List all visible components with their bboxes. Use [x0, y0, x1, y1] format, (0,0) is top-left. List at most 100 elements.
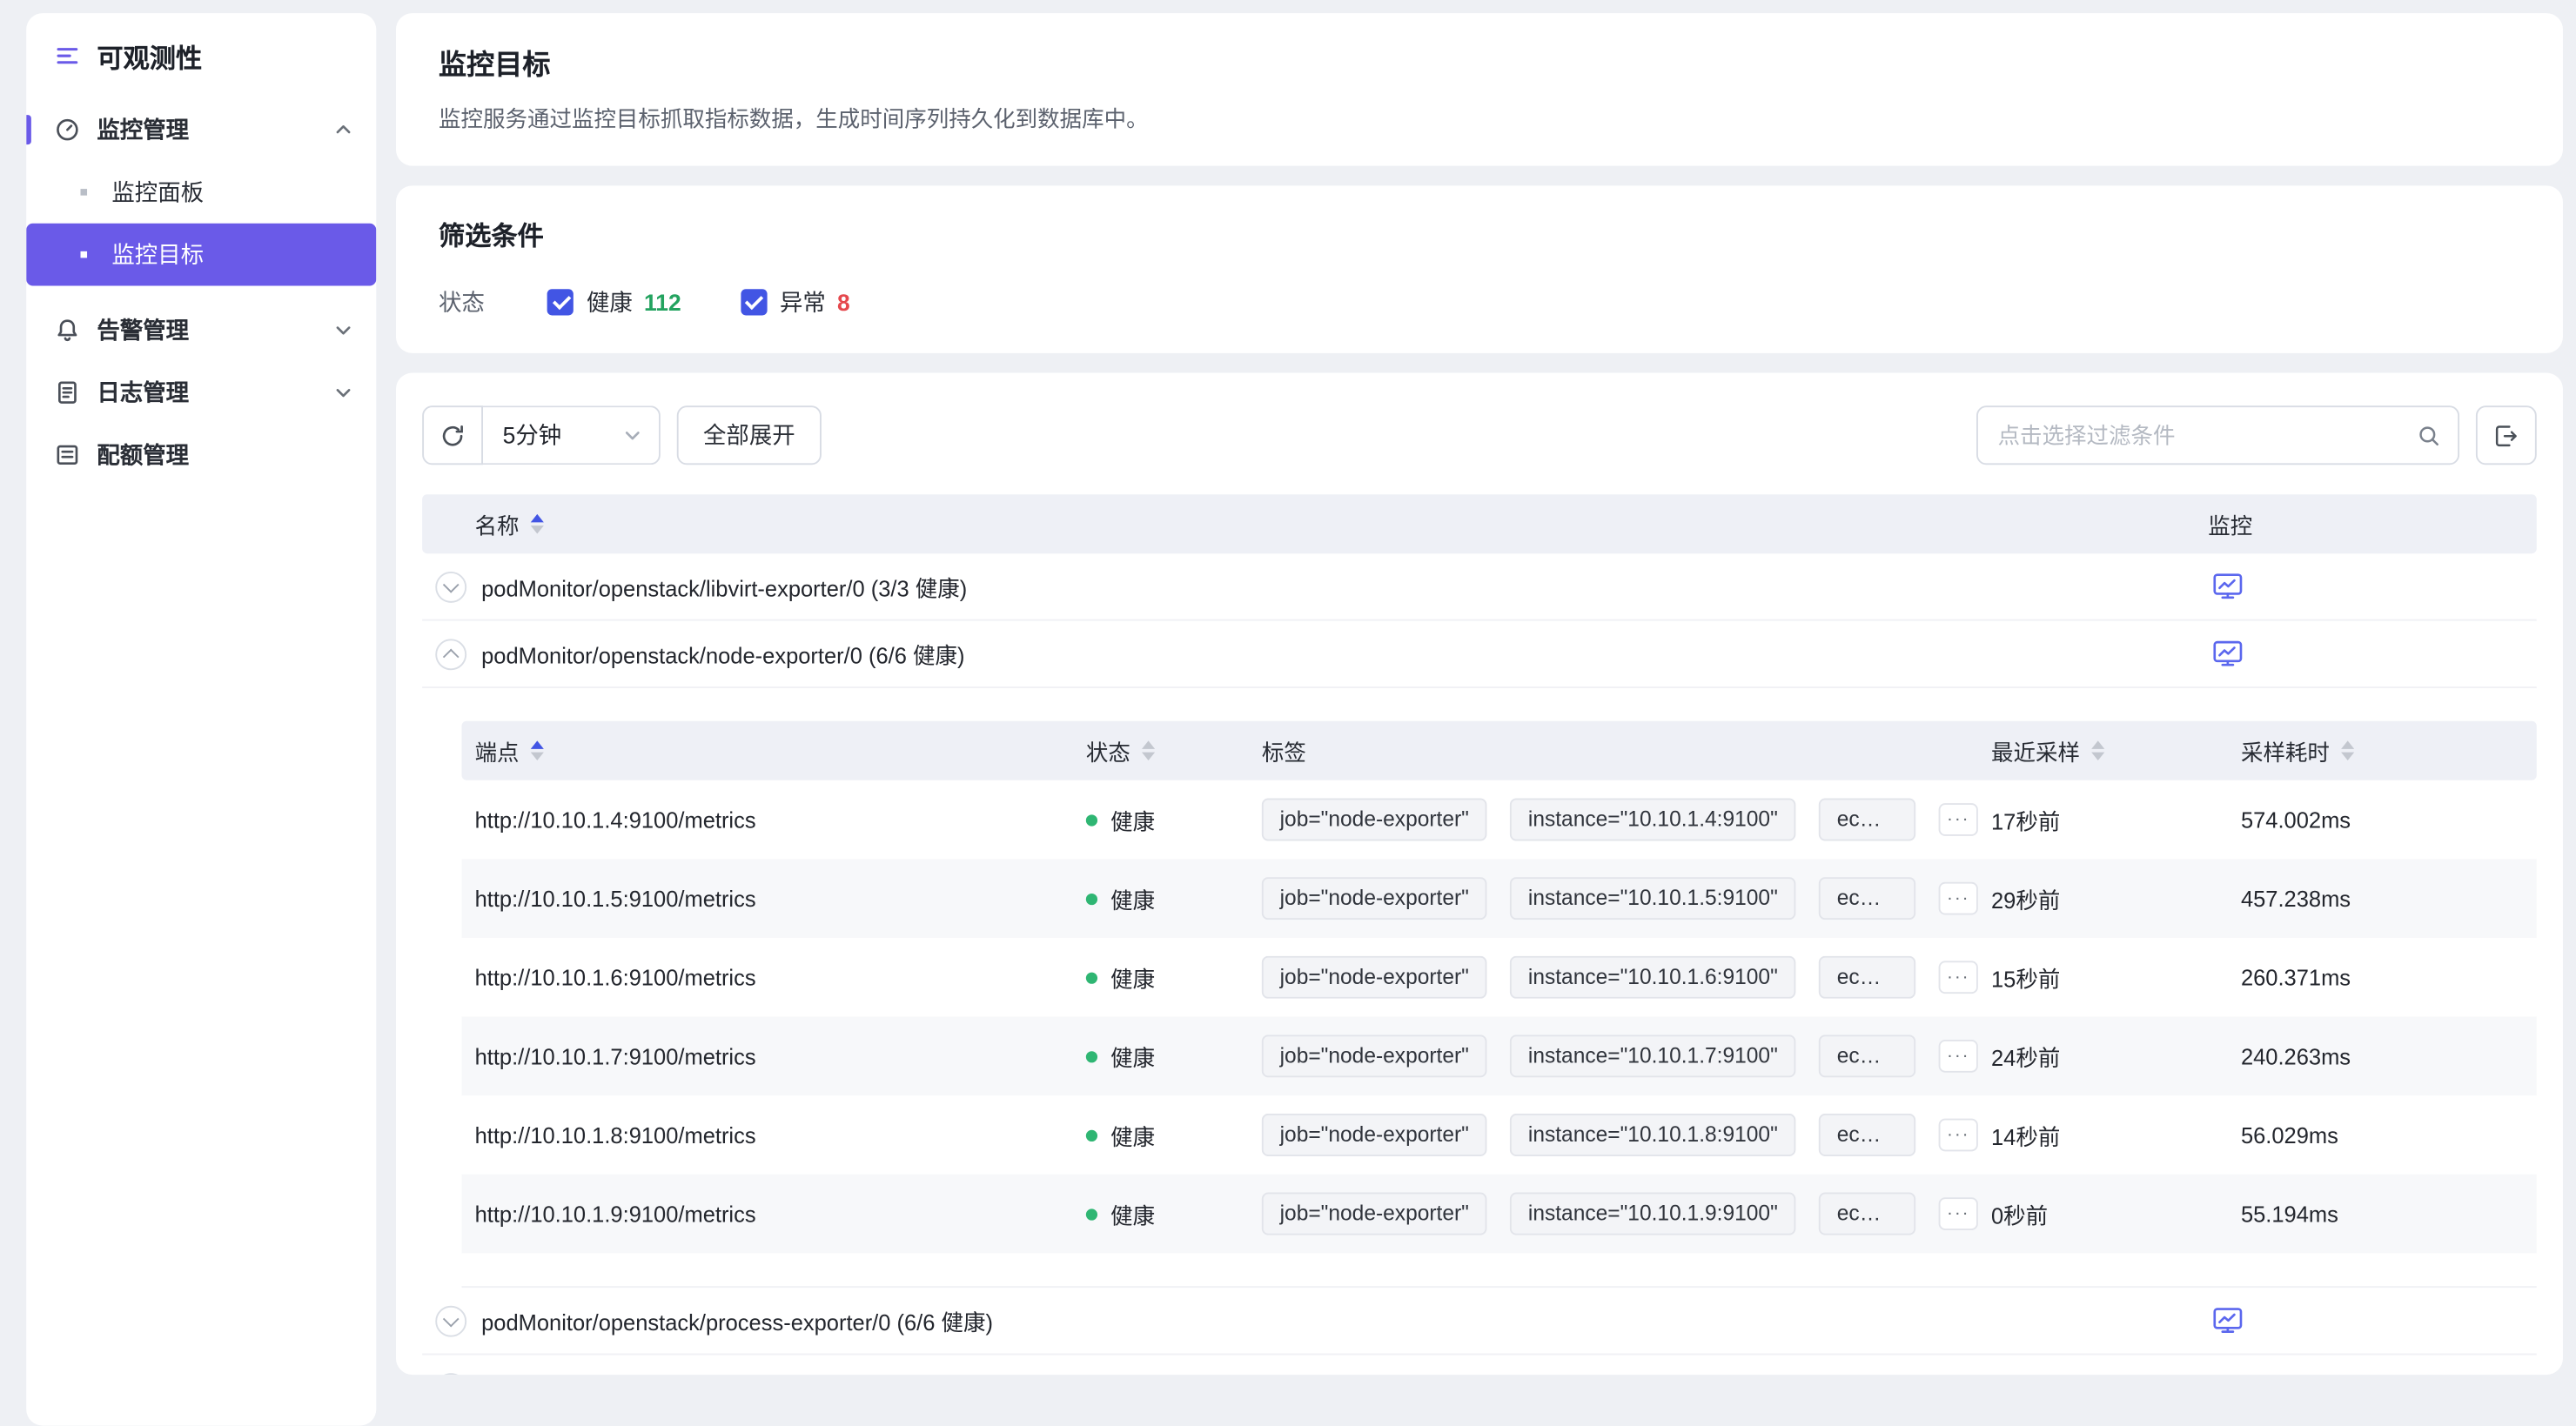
endpoints-table-header: 端点 状态 标签 最近采样 采样耗时 — [461, 721, 2536, 780]
bullet-icon — [81, 251, 88, 258]
column-header-last-scrape[interactable]: 最近采样 — [1978, 734, 2228, 767]
monitor-chart-icon[interactable] — [2211, 570, 2244, 603]
chevron-down-icon — [333, 320, 353, 340]
endpoint-tags: job="node-exporter" instance="10.10.1.8:… — [1249, 1114, 1978, 1156]
collapse-chevron-button[interactable] — [435, 638, 466, 669]
page-description: 监控服务通过监控目标抓取指标数据，生成时间序列持久化到数据库中。 — [439, 100, 2520, 133]
filter-title: 筛选条件 — [439, 213, 2520, 252]
monitor-chart-icon[interactable] — [2211, 1304, 2244, 1337]
endpoint-status-label: 健康 — [1110, 1040, 1155, 1073]
filter-search-input[interactable] — [1998, 423, 2417, 447]
chevron-down-icon — [333, 383, 353, 403]
sidebar-header: 可观测性 — [26, 13, 376, 98]
endpoint-duration: 260.371ms — [2228, 965, 2537, 989]
endpoint-tags: job="node-exporter" instance="10.10.1.4:… — [1249, 798, 1978, 840]
table-header: 名称 监控 — [422, 494, 2537, 553]
column-header-last-scrape-label: 最近采样 — [1991, 734, 2080, 767]
sort-icon[interactable] — [531, 514, 544, 534]
observability-logo-icon[interactable] — [54, 43, 80, 69]
column-header-labels-label: 标签 — [1262, 734, 1306, 767]
endpoint-status: 健康 — [1073, 803, 1249, 836]
monitor-chart-icon[interactable] — [2211, 637, 2244, 670]
sort-icon[interactable] — [2091, 740, 2104, 760]
target-group-row[interactable]: podMonitor/openstack/node-exporter/0 (6/… — [422, 621, 2537, 688]
tag-chip-instance: instance="10.10.1.4:9100" — [1510, 798, 1795, 840]
endpoint-row: http://10.10.1.9:9100/metrics 健康 job="no… — [461, 1175, 2536, 1254]
search-icon[interactable] — [2417, 423, 2441, 447]
healthy-count: 112 — [644, 289, 681, 315]
sidebar-item-log-management[interactable]: 日志管理 — [26, 361, 376, 424]
tag-chip-job: job="node-exporter" — [1262, 798, 1487, 840]
endpoint-status: 健康 — [1073, 1197, 1249, 1230]
sidebar-item-alert-management[interactable]: 告警管理 — [26, 299, 376, 362]
filter-card: 筛选条件 状态 健康 112 异常 8 — [396, 185, 2563, 353]
column-header-endpoint[interactable]: 端点 — [461, 734, 1072, 767]
interval-select[interactable]: 5分钟 — [483, 405, 661, 465]
endpoint-url: http://10.10.1.6:9100/metrics — [461, 965, 1072, 989]
refresh-button[interactable] — [422, 405, 483, 465]
sidebar-item-label: 日志管理 — [97, 376, 333, 409]
endpoint-duration: 457.238ms — [2228, 886, 2537, 910]
tag-chip-job: job="node-exporter" — [1262, 877, 1487, 920]
healthy-checkbox-group[interactable]: 健康 112 — [547, 285, 681, 318]
column-header-name[interactable]: 名称 — [422, 507, 2208, 540]
page-title: 监控目标 — [439, 41, 2520, 82]
sidebar-item-monitor-targets[interactable]: 监控目标 — [26, 224, 376, 286]
sort-icon[interactable] — [2341, 740, 2354, 760]
more-tags-button[interactable]: ··· — [1939, 961, 1978, 994]
column-header-monitor: 监控 — [2208, 507, 2537, 540]
more-tags-button[interactable]: ··· — [1939, 882, 1978, 915]
endpoint-status-label: 健康 — [1110, 803, 1155, 836]
chevron-up-icon — [443, 648, 460, 665]
column-header-duration[interactable]: 采样耗时 — [2228, 734, 2537, 767]
expand-chevron-button[interactable] — [435, 1305, 466, 1336]
endpoint-url: http://10.10.1.8:9100/metrics — [461, 1122, 1072, 1147]
target-group-row[interactable]: podMonitor/openstack/process-exporter/0 … — [422, 1288, 2537, 1355]
column-header-duration-label: 采样耗时 — [2241, 734, 2330, 767]
endpoint-url: http://10.10.1.5:9100/metrics — [461, 886, 1072, 910]
endpoint-last-scrape: 15秒前 — [1978, 961, 2228, 994]
abnormal-checkbox[interactable] — [741, 289, 767, 315]
export-icon — [2492, 421, 2520, 449]
sort-icon[interactable] — [1142, 740, 1155, 760]
endpoint-status: 健康 — [1073, 961, 1249, 994]
export-button[interactable] — [2476, 405, 2537, 465]
target-group-name: podMonitor/openstack/libvirt-exporter/0 … — [481, 570, 2208, 603]
more-tags-button[interactable]: ··· — [1939, 1119, 1978, 1152]
healthy-checkbox[interactable] — [547, 289, 574, 315]
sidebar-item-monitor-management[interactable]: 监控管理 — [26, 98, 376, 161]
expand-all-button[interactable]: 全部展开 — [677, 405, 822, 465]
more-tags-button[interactable]: ··· — [1939, 803, 1978, 836]
targets-table-card: 5分钟 全部展开 — [396, 373, 2563, 1376]
column-header-status-label: 状态 — [1086, 734, 1130, 767]
healthy-dot-icon — [1086, 813, 1097, 825]
column-header-name-label: 名称 — [475, 507, 520, 540]
sidebar-item-quota-management[interactable]: 配额管理 — [26, 424, 376, 486]
sidebar-item-monitor-panel[interactable]: 监控面板 — [26, 161, 376, 224]
endpoint-duration: 56.029ms — [2228, 1122, 2537, 1147]
monitor-cell — [2208, 1304, 2537, 1337]
sidebar-item-label: 配额管理 — [97, 439, 352, 472]
sidebar: 可观测性 监控管理 监控面板 监控目标 告警管理 — [26, 13, 376, 1426]
sort-icon[interactable] — [531, 740, 544, 760]
filter-search-box[interactable] — [1976, 405, 2459, 465]
endpoint-status-label: 健康 — [1110, 1119, 1155, 1152]
abnormal-checkbox-group[interactable]: 异常 8 — [741, 285, 850, 318]
status-label: 状态 — [439, 285, 485, 318]
endpoint-last-scrape: 24秒前 — [1978, 1040, 2228, 1073]
endpoint-status: 健康 — [1073, 1040, 1249, 1073]
endpoint-last-scrape: 14秒前 — [1978, 1119, 2228, 1152]
refresh-icon — [439, 421, 466, 449]
sidebar-item-label: 监控管理 — [97, 113, 333, 146]
more-tags-button[interactable]: ··· — [1939, 1040, 1978, 1073]
target-group-row[interactable]: podMonitor/openstack/prometheus-operator… — [422, 1355, 2537, 1375]
healthy-dot-icon — [1086, 1129, 1097, 1141]
page-header-card: 监控目标 监控服务通过监控目标抓取指标数据，生成时间序列持久化到数据库中。 — [396, 13, 2563, 166]
endpoint-row: http://10.10.1.8:9100/metrics 健康 job="no… — [461, 1095, 2536, 1175]
endpoint-status-label: 健康 — [1110, 961, 1155, 994]
column-header-status[interactable]: 状态 — [1073, 734, 1249, 767]
active-group-indicator — [26, 115, 31, 144]
more-tags-button[interactable]: ··· — [1939, 1197, 1978, 1230]
expand-chevron-button[interactable] — [435, 571, 466, 602]
target-group-row[interactable]: podMonitor/openstack/libvirt-exporter/0 … — [422, 553, 2537, 620]
